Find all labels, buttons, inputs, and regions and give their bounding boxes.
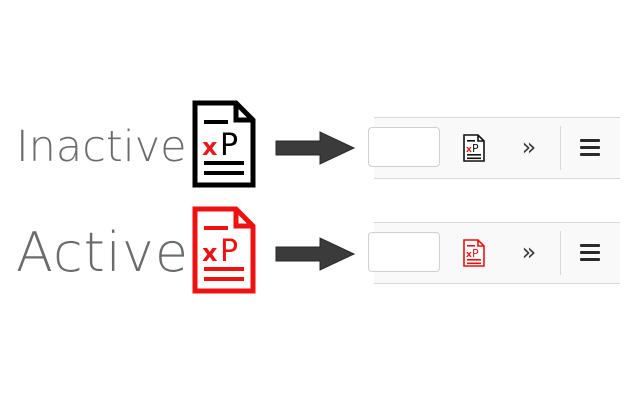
svg-text:P: P	[472, 142, 479, 155]
hamburger-menu-icon[interactable]	[580, 244, 600, 262]
right-arrow-icon	[275, 131, 356, 165]
xpath-document-icon-active: x P	[192, 206, 256, 294]
url-bar[interactable]	[368, 127, 440, 167]
icon-letter-x: x	[202, 133, 218, 161]
overflow-menu-button[interactable]: »	[514, 132, 544, 162]
xpath-document-icon-inactive: x P	[192, 100, 256, 188]
icon-letter-p: P	[220, 128, 238, 163]
browser-toolbar-active: x P »	[368, 222, 620, 284]
url-bar[interactable]	[368, 232, 440, 272]
hamburger-menu-icon[interactable]	[580, 139, 600, 157]
svg-text:P: P	[472, 247, 479, 260]
xpath-document-icon[interactable]: x P	[462, 133, 486, 163]
overflow-menu-button[interactable]: »	[514, 237, 544, 267]
active-label: Active	[16, 221, 190, 284]
toolbar-separator	[560, 126, 561, 170]
icon-letter-x: x	[202, 239, 218, 267]
icon-letter-p: P	[220, 234, 238, 269]
toolbar-separator	[560, 231, 561, 275]
xpath-document-icon[interactable]: x P	[462, 238, 486, 268]
inactive-label: Inactive	[16, 122, 187, 172]
browser-toolbar-inactive: x P »	[368, 117, 620, 179]
right-arrow-icon	[275, 237, 356, 271]
